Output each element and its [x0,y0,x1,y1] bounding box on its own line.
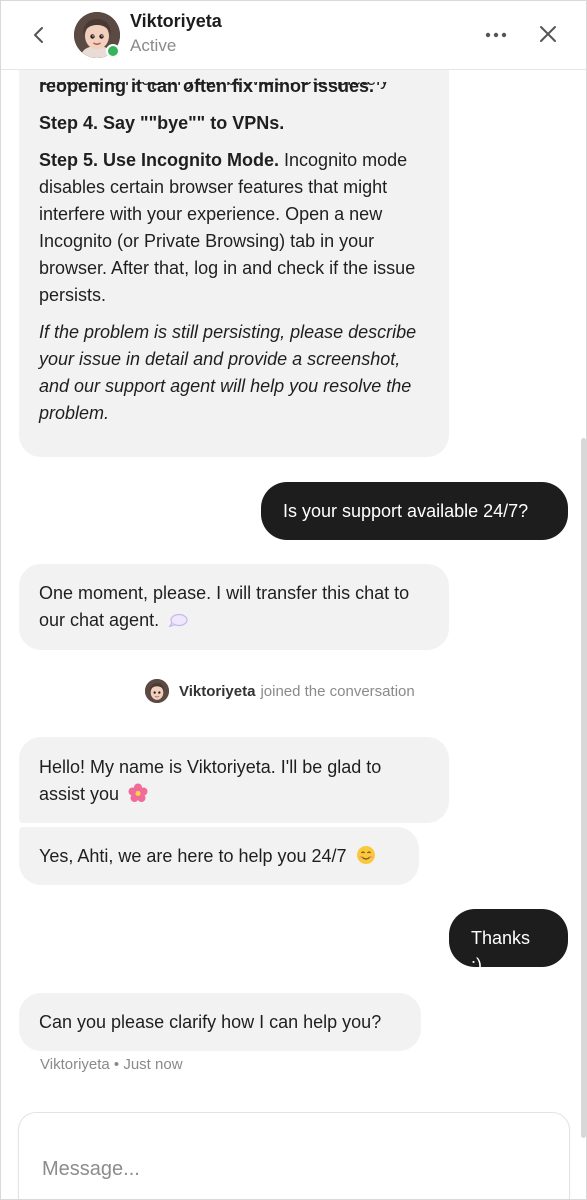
message-text: Hello! My name is Viktoriyeta. I'll be g… [39,757,382,804]
message-text: Can you please clarify how I can help yo… [39,1012,382,1032]
chat-header: Viktoriyeta Active [1,1,586,70]
back-button[interactable] [25,21,53,49]
chevron-left-icon [34,27,43,43]
message-text: Thanks :) [471,928,531,975]
join-notification: Viktoriyeta joined the conversation [145,678,415,704]
message-text: One moment, please. I will transfer this… [39,583,410,630]
smiling-face-emoji [356,845,376,873]
message-meta: Viktoriyeta • Just now [40,1056,183,1073]
close-button[interactable] [533,19,563,49]
agent-avatar [74,12,120,58]
more-horizontal-icon [485,32,507,38]
agent-message-clarify: Can you please clarify how I can help yo… [19,993,421,1051]
agent-status: Active [130,36,177,55]
agent-mini-avatar [145,679,169,703]
step-5-title: Step 5. Use Incognito Mode. [39,150,280,170]
message-text: Is your support available 24/7? [283,501,529,521]
user-message-thanks: Thanks :) [449,909,568,975]
join-text: joined the conversation [260,682,415,700]
scrollbar[interactable] [581,438,586,1138]
agent-message-247: Yes, Ahti, we are here to help you 24/7 [19,827,419,885]
online-status-dot [106,44,120,58]
user-message-24-7: Is your support available 24/7? [261,482,568,540]
speech-bubble-emoji [168,610,188,637]
agent-message-troubleshooting: Close and reopen your browser. Completel… [19,41,449,457]
message-input[interactable] [40,1151,544,1187]
join-agent-name: Viktoriyeta [179,682,256,700]
support-note: If the problem is still persisting, plea… [39,322,417,423]
message-text: Yes, Ahti, we are here to help you 24/7 [39,846,347,866]
close-icon [540,26,556,42]
step-4-text: Step 4. Say ""bye"" to VPNs. [39,113,285,133]
message-composer [18,1112,570,1199]
step-5-body: Incognito mode disables certain browser … [39,150,416,305]
agent-message-hello: Hello! My name is Viktoriyeta. I'll be g… [19,737,449,823]
agent-name: Viktoriyeta [130,11,222,31]
bot-message-transfer: One moment, please. I will transfer this… [19,564,449,650]
partially-hidden-line: Close and reopen your browser. Completel… [39,82,429,94]
more-options-button[interactable] [481,21,511,49]
chat-window: Close and reopen your browser. Completel… [0,0,587,1200]
flower-emoji [128,783,148,811]
step-5-text: Step 5. Use Incognito Mode. Incognito mo… [39,147,429,309]
